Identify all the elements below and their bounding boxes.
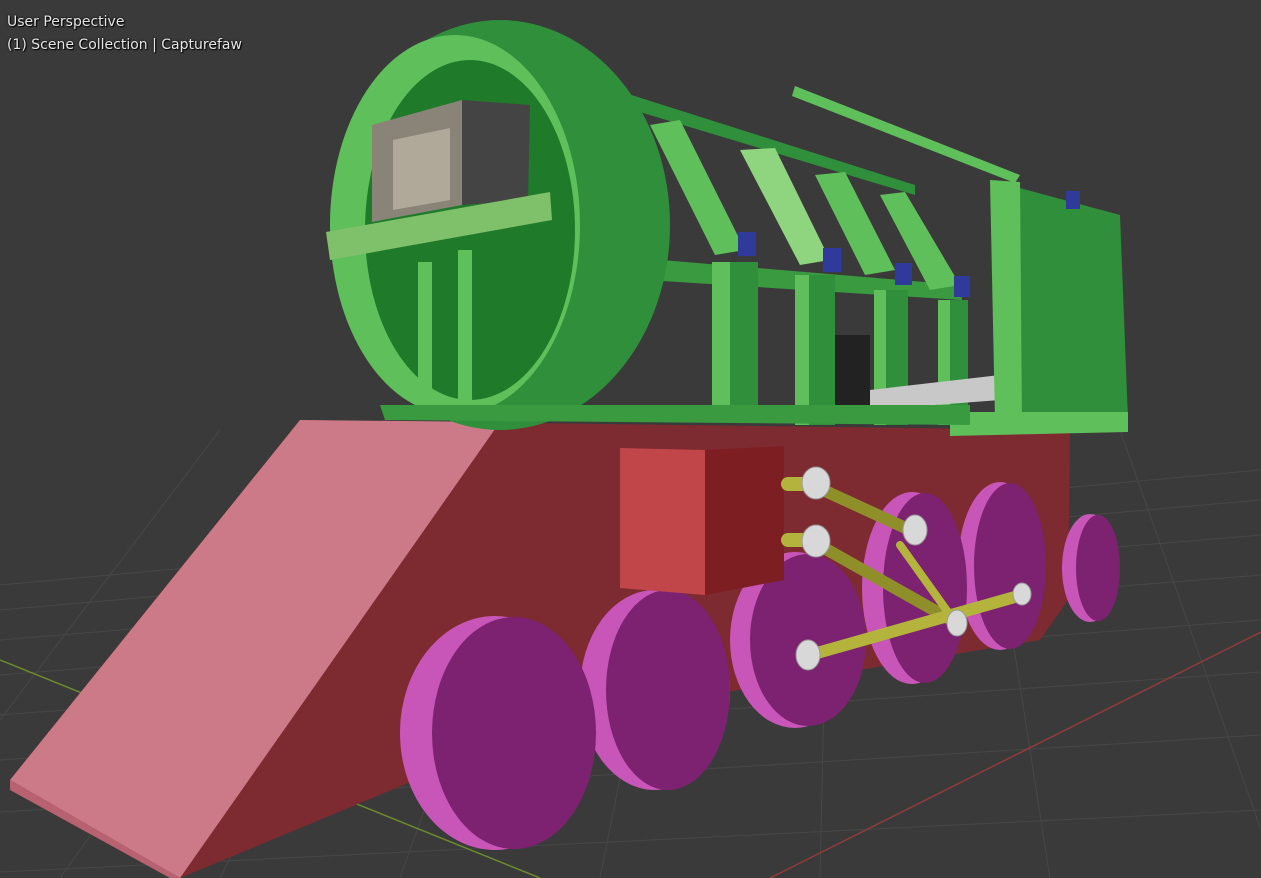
cylinder-box[interactable] xyxy=(620,446,784,595)
3d-viewport[interactable]: User Perspective (1) Scene Collection | … xyxy=(0,0,1261,878)
view-name-label: User Perspective xyxy=(7,14,125,30)
scene-render[interactable] xyxy=(0,0,1261,878)
boiler-assembly[interactable] xyxy=(326,20,1128,436)
collection-info-label: (1) Scene Collection | Capturefaw xyxy=(7,37,242,53)
